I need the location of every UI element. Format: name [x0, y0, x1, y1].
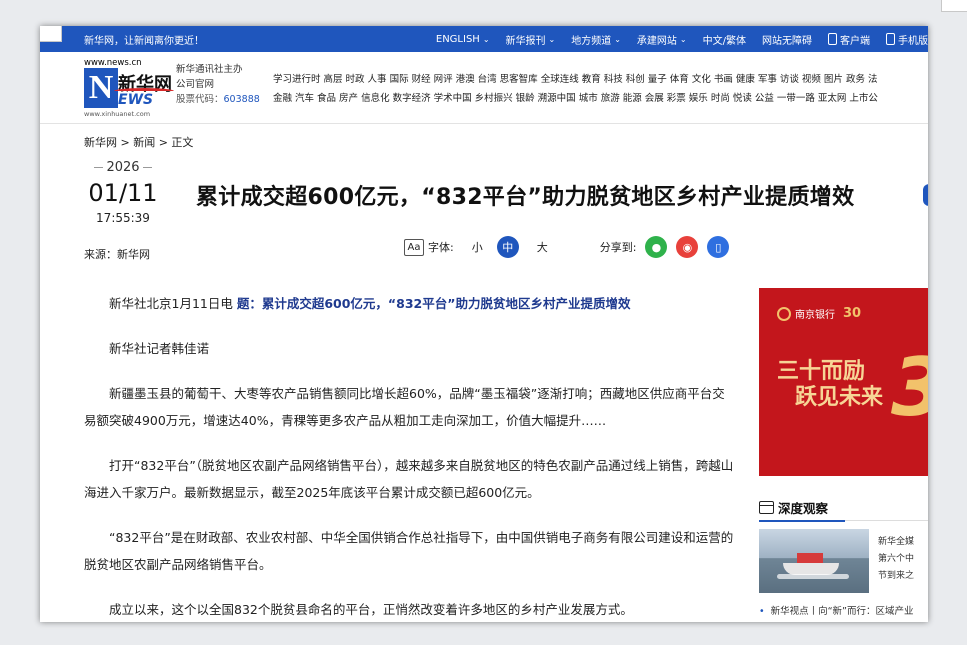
nav-label: 承建网站	[636, 35, 677, 47]
font-medium-button[interactable]: 中	[496, 236, 519, 258]
article-lead: 新华社北京1月11日电 题：累计成交超600亿元，“832平台”助力脱贫地区乡村…	[84, 290, 734, 317]
nav-client-app[interactable]: 客户端	[828, 32, 870, 47]
nav-newspapers[interactable]: 新华报刊 ⌄	[506, 32, 556, 47]
article-body: 新华社北京1月11日电 题：累计成交超600亿元，“832平台”助力脱贫地区乡村…	[84, 290, 734, 622]
nav-local-channels[interactable]: 地方频道 ⌄	[571, 32, 621, 47]
channel-row-1[interactable]: 学习进行时 高层 时政 人事 国际 财经 网评 港澳 台湾 思客智库 全球连线 …	[273, 70, 928, 89]
site-slogan: 新华网，让新闻离你更近！	[84, 35, 204, 47]
nav-english[interactable]: ENGLISH ⌄	[436, 34, 490, 45]
news-teaser-line: 第六个中	[878, 554, 915, 564]
news-teaser-line: 新华全媒	[878, 537, 915, 547]
news-bullet-item[interactable]: • 新华视点丨向“新”而行：区域产业	[759, 603, 928, 617]
chevron-down-icon: ⌄	[482, 34, 490, 44]
section-in-depth[interactable]: 深度观察	[759, 498, 828, 517]
chevron-down-icon: ⌄	[548, 34, 556, 44]
stock-label: 股票代码：	[176, 94, 224, 105]
article-paragraph: 新华社记者韩佳诺	[109, 341, 210, 356]
ad-bank-label: 南京银行	[795, 310, 835, 321]
lead-dateline: 新华社北京1月11日电	[109, 296, 237, 311]
nav-label: 中文/繁体	[702, 35, 746, 47]
browser-window: 新华网，让新闻离你更近！ ENGLISH ⌄ 新华报刊 ⌄ 地方频道 ⌄ 承建网站 ⌄ …	[40, 26, 928, 622]
logo-n: N	[84, 68, 118, 108]
nav-mobile[interactable]: 手机版	[886, 32, 928, 47]
nav-label: 手机版	[898, 35, 928, 47]
window-corner-right	[941, 0, 967, 12]
nav-label: 地方频道	[571, 35, 612, 47]
news-thumbnail[interactable]	[759, 529, 869, 593]
floating-tab[interactable]	[923, 184, 928, 206]
lead-title: 题：累计成交超600亿元，“832平台”助力脱贫地区乡村产业提质增效	[236, 296, 631, 311]
article-paragraph: 新疆墨玉县的葡萄干、大枣等农产品销售额同比增长超60%，品牌“墨玉福袋”逐渐打响…	[84, 386, 725, 428]
qr-code-icon	[828, 33, 837, 45]
ad-slogan-line1: 三十而励	[777, 358, 866, 384]
bank-advertisement[interactable]: 南京银行 30 三十而励 跃见未来 3	[759, 288, 928, 476]
book-icon	[759, 501, 774, 514]
ad-anniversary: 30	[843, 306, 862, 321]
channel-row-2[interactable]: 金融 汽车 食品 房产 信息化 数字经济 学术中国 乡村振兴 银龄 溯源中国 城…	[273, 89, 928, 108]
stock-code: 股票代码：603888	[176, 92, 260, 107]
section-divider	[759, 520, 928, 522]
publish-date: 2026 01/11 17:55:39	[84, 160, 162, 225]
section-title-label: 深度观察	[778, 501, 829, 516]
company-info: 新华通讯社主办 公司官网 股票代码：603888	[176, 62, 260, 107]
nav-label: 客户端	[840, 35, 870, 47]
article-paragraph: “832平台”是在财政部、农业农村部、中华全国供销合作总社指导下，由中国供销电子…	[84, 530, 734, 572]
font-small-button[interactable]: 小	[472, 239, 483, 255]
nav-label: ENGLISH	[435, 33, 480, 45]
bullet-text: 新华视点丨向“新”而行：区域产业	[770, 606, 914, 617]
article-paragraph: 打开“832平台”（脱贫地区农副产品网络销售平台），越来越多来自脱贫地区的特色农…	[84, 458, 734, 500]
top-nav: ENGLISH ⌄ 新华报刊 ⌄ 地方频道 ⌄ 承建网站 ⌄ 中文/繁体 网站无障碍 客…	[420, 32, 928, 47]
article-source: 来源：新华网	[84, 248, 150, 261]
font-label: 字体:	[428, 241, 454, 254]
stock-number: 603888	[223, 94, 260, 105]
publish-year: 2026	[84, 160, 162, 175]
mobile-share-icon[interactable]: ▯	[707, 236, 730, 258]
company-line1: 新华通讯社主办	[176, 64, 243, 75]
chevron-down-icon: ⌄	[614, 34, 621, 44]
company-line2: 公司官网	[176, 79, 215, 90]
mobile-phone-icon	[886, 33, 895, 45]
nav-simplified-traditional[interactable]: 中文/繁体	[703, 32, 746, 47]
article-title: 累计成交超600亿元，“832平台”助力脱贫地区乡村产业提质增效	[196, 185, 855, 210]
news-teaser-line: 节到来之	[878, 571, 915, 581]
font-size-icon: Aa	[404, 238, 424, 256]
article-paragraph: 成立以来，这个以全国832个脱贫县命名的平台，正悄然改变着许多地区的乡村产业发展…	[109, 602, 633, 617]
top-bar: 新华网，让新闻离你更近！ ENGLISH ⌄ 新华报刊 ⌄ 地方频道 ⌄ 承建网站 ⌄ …	[40, 26, 928, 52]
bullet-dot-icon: •	[759, 606, 765, 617]
publish-month-day: 01/11	[88, 179, 158, 207]
site-header: www.news.cn N 新华网 EWS www.xinhuanet.com …	[40, 52, 928, 124]
nav-accessibility[interactable]: 网站无障碍	[762, 32, 812, 47]
bank-logo-icon	[777, 306, 791, 321]
logo-ews: EWS	[118, 92, 154, 108]
ad-bank-name: 南京银行 30	[777, 306, 861, 321]
nav-label: 新华报刊	[505, 35, 546, 47]
nav-label: 网站无障碍	[762, 35, 812, 47]
xinhua-logo[interactable]: www.news.cn N 新华网 EWS www.xinhuanet.com	[84, 58, 176, 118]
logo-url-bottom: www.xinhuanet.com	[84, 110, 151, 118]
ad-slogan: 三十而励 跃见未来	[777, 358, 883, 410]
weibo-share-icon[interactable]: ◉	[676, 236, 699, 258]
chevron-down-icon: ⌄	[679, 34, 687, 44]
logo-url-top: www.news.cn	[84, 58, 142, 68]
news-teaser[interactable]: 新华全媒 第六个中 节到来之	[878, 534, 928, 585]
article-tools: Aa 字体: 小 中 大 分享到: ● ◉ ▯	[404, 236, 730, 258]
publish-time: 17:55:39	[96, 211, 150, 225]
font-large-button[interactable]: 大	[537, 239, 548, 255]
ad-slogan-line2: 跃见未来	[795, 384, 884, 410]
nav-hosted-sites[interactable]: 承建网站 ⌄	[637, 32, 687, 47]
ad-big-number: 3	[891, 348, 928, 428]
wechat-share-icon[interactable]: ●	[645, 236, 668, 258]
breadcrumb[interactable]: 新华网 > 新闻 > 正文	[84, 134, 193, 150]
thumb-wave	[777, 574, 849, 579]
channel-nav: 学习进行时 高层 时政 人事 国际 财经 网评 港澳 台湾 思客智库 全球连线 …	[273, 70, 928, 108]
window-corner-left	[40, 26, 62, 42]
share-label: 分享到:	[599, 241, 637, 254]
